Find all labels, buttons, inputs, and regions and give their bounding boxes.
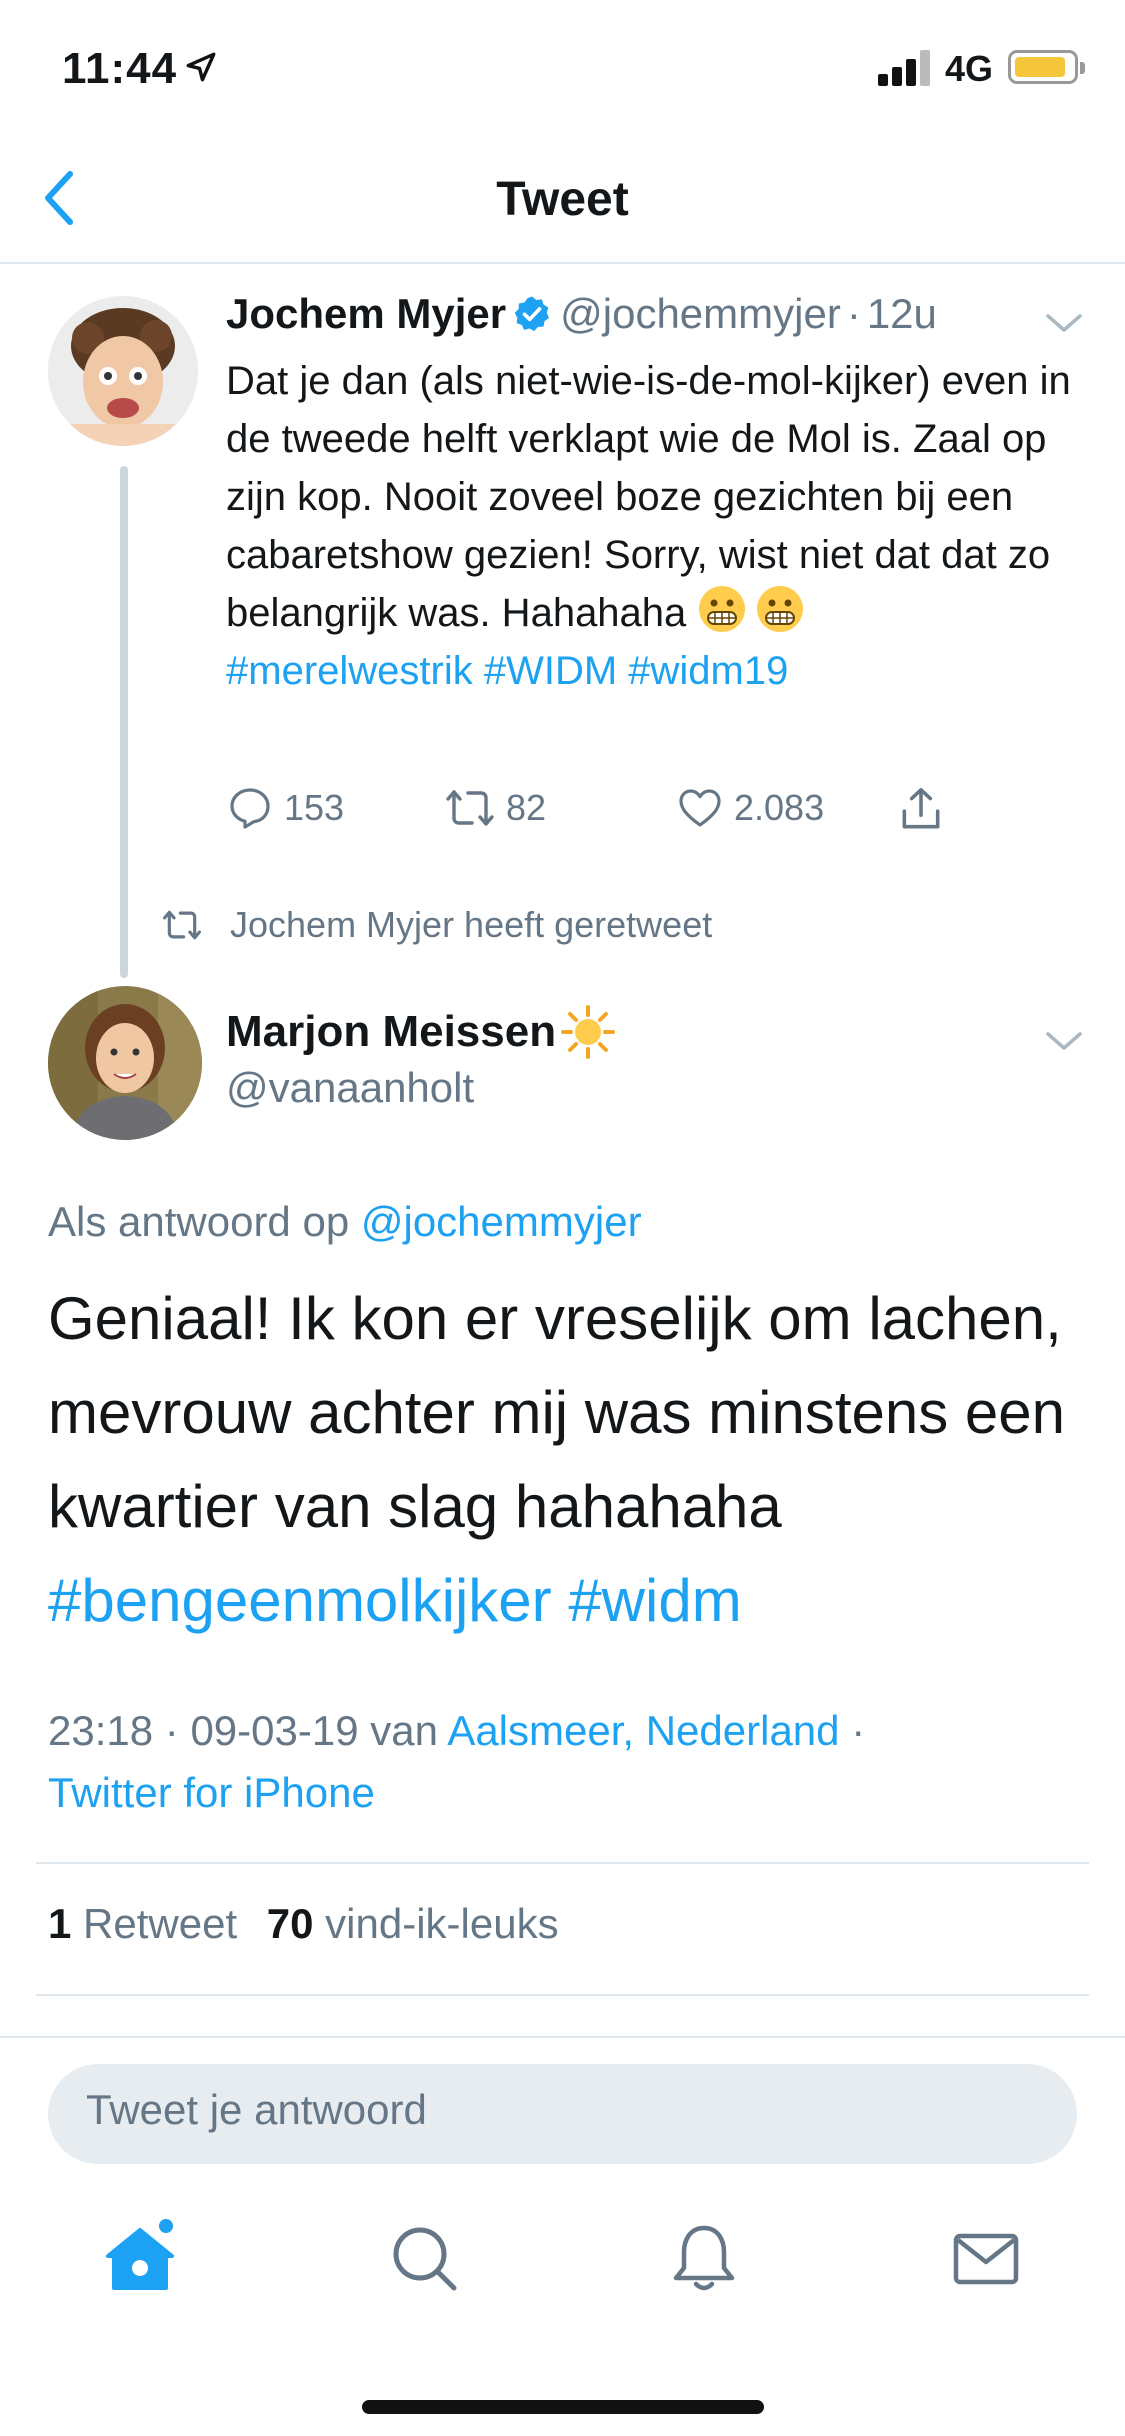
tweet1-chevron-down-icon[interactable] xyxy=(1044,312,1084,336)
reply-icon xyxy=(230,788,270,829)
retweet-count: 82 xyxy=(506,787,547,828)
retweet-notice: Jochem Myjer heeft geretweet xyxy=(160,904,712,946)
tweet2-text: Geniaal! Ik kon er vreselijk om lachen, … xyxy=(48,1272,1088,1648)
reply-button[interactable]: 153 xyxy=(226,784,344,832)
like-count: 2.083 xyxy=(734,787,825,828)
tweet1-text: Dat je dan (als niet-wie-is-de-mol-kijke… xyxy=(226,352,1086,700)
tweet2-chevron-down-icon[interactable] xyxy=(1044,1030,1084,1054)
grimacing-face-icon xyxy=(699,586,746,632)
divider xyxy=(36,1994,1089,1996)
tweet2-hashtags[interactable]: #bengeenmolkijker #widm xyxy=(48,1567,742,1634)
verified-badge-icon xyxy=(514,296,550,331)
status-time: 11:44 xyxy=(62,44,178,93)
tab-messages[interactable] xyxy=(946,2218,1026,2298)
tweet1-author-name[interactable]: Jochem Myjer xyxy=(226,290,506,337)
retweet-total[interactable]: 1 xyxy=(48,1900,71,1947)
like-button[interactable]: 2.083 xyxy=(676,784,824,832)
retweet-total-label[interactable]: Retweet xyxy=(83,1900,237,1947)
retweet-small-icon xyxy=(162,910,201,940)
tweet1-header: Jochem Myjer @jochemmyjer · 12u xyxy=(226,290,937,338)
tab-notifications[interactable] xyxy=(664,2218,744,2298)
reply-input[interactable]: Tweet je antwoord xyxy=(48,2064,1077,2164)
bottom-bar: Tweet je antwoord xyxy=(0,2036,1125,2436)
page-title: Tweet xyxy=(496,173,629,226)
tweet2-body-text: Geniaal! Ik kon er vreselijk om lachen, … xyxy=(48,1285,1066,1540)
separator-dot: · xyxy=(846,290,861,337)
reply-to-link[interactable]: @jochemmyjer xyxy=(361,1198,642,1245)
nav-bar: Tweet xyxy=(0,132,1125,264)
reply-prefix: Als antwoord op xyxy=(48,1198,350,1245)
status-bar: 11:44 4G xyxy=(0,0,1125,132)
tweet2-author-name[interactable]: Marjon Meissen xyxy=(226,1007,556,1057)
share-button[interactable] xyxy=(896,784,956,834)
sun-emoji-icon xyxy=(561,1005,616,1059)
battery-icon xyxy=(1008,50,1085,84)
like-total[interactable]: 70 xyxy=(267,1900,314,1947)
avatar-jochem[interactable] xyxy=(48,296,198,446)
retweet-icon xyxy=(446,790,494,826)
like-total-label[interactable]: vind-ik-leuks xyxy=(325,1900,558,1947)
home-indicator[interactable] xyxy=(362,2400,764,2414)
tweet2-date: 09-03-19 xyxy=(190,1707,359,1754)
tweet2-stats: 1 Retweet 70 vind-ik-leuks xyxy=(48,1900,559,1948)
source-link[interactable]: Twitter for iPhone xyxy=(48,1769,375,1816)
thread-line xyxy=(120,466,128,978)
bell-icon xyxy=(673,2225,735,2291)
home-icon xyxy=(106,2219,174,2290)
tweet1-handle[interactable]: @jochemmyjer xyxy=(560,290,841,337)
tweet2-time: 23:18 xyxy=(48,1707,154,1754)
heart-icon xyxy=(679,789,721,827)
tweet1-actions: 153 82 2.083 xyxy=(226,784,986,840)
network-type: 4G xyxy=(945,48,994,89)
tab-home[interactable] xyxy=(100,2218,180,2298)
retweet-button[interactable]: 82 xyxy=(444,784,546,832)
tweet1-hashtags[interactable]: #merelwestrik #WIDM #widm19 xyxy=(226,649,788,693)
reply-count: 153 xyxy=(284,787,345,828)
search-icon xyxy=(393,2227,457,2291)
share-icon xyxy=(902,788,940,829)
tweet1-time: 12u xyxy=(866,290,937,337)
tweet2-handle[interactable]: @vanaanholt xyxy=(226,1064,474,1112)
grimacing-face-icon xyxy=(757,586,804,632)
from-label: van xyxy=(370,1707,438,1754)
mail-icon xyxy=(953,2233,1019,2285)
tweet2-meta: 23:18 · 09-03-19 van Aalsmeer, Nederland… xyxy=(48,1707,866,1816)
location-link[interactable]: Aalsmeer, Nederland xyxy=(447,1707,839,1754)
signal-icon xyxy=(878,48,938,86)
divider xyxy=(36,1862,1089,1864)
tab-search[interactable] xyxy=(384,2218,464,2298)
location-arrow-icon xyxy=(186,52,216,82)
tweet1-body-text: Dat je dan (als niet-wie-is-de-mol-kijke… xyxy=(226,359,1071,635)
tweet2-author: Marjon Meissen xyxy=(226,1004,616,1060)
reply-context: Als antwoord op @jochemmyjer xyxy=(48,1198,642,1246)
avatar-marjon[interactable] xyxy=(48,986,202,1140)
retweet-notice-text: Jochem Myjer heeft geretweet xyxy=(230,904,713,945)
